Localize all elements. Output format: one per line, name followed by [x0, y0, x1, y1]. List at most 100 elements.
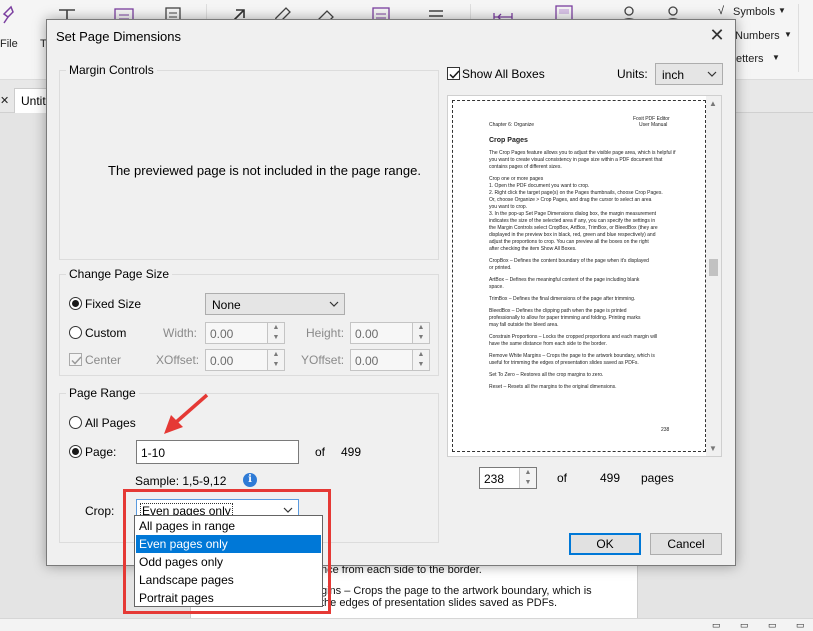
preview-pages-label: pages: [641, 471, 674, 485]
center-label: Center: [85, 353, 122, 367]
height-stepper-buttons[interactable]: ▲ ▼: [412, 323, 429, 343]
spin-down-icon[interactable]: ▼: [268, 333, 284, 343]
symbols-menu[interactable]: Symbols: [733, 6, 775, 18]
xoffset-stepper[interactable]: 0.00 ▲ ▼: [205, 349, 285, 371]
view-mode-icon[interactable]: ▭: [712, 620, 721, 631]
spin-up-icon[interactable]: ▲: [520, 468, 536, 478]
tab-untitled[interactable]: Untit: [14, 88, 50, 113]
width-stepper-buttons[interactable]: ▲ ▼: [267, 323, 284, 343]
ok-button[interactable]: OK: [569, 533, 641, 555]
close-icon[interactable]: ✕: [707, 25, 727, 45]
change-page-size-legend: Change Page Size: [66, 267, 173, 281]
preview-text-line: useful for trimming the edges of present…: [489, 360, 639, 366]
preview-text-line: have the same distance from each side to…: [489, 341, 607, 347]
spin-up-icon[interactable]: ▲: [268, 323, 284, 333]
symbols-dropdown-icon[interactable]: ▼: [778, 6, 786, 15]
preview-page-stepper[interactable]: 238 ▲ ▼: [479, 467, 537, 489]
cancel-button[interactable]: Cancel: [650, 533, 722, 555]
page-label[interactable]: Page:: [85, 445, 116, 459]
yoffset-stepper-buttons[interactable]: ▲ ▼: [412, 350, 429, 370]
height-label: Height:: [306, 326, 345, 340]
check-icon: [71, 356, 82, 365]
preview-text-line: 2. Right click the target page(s) on the…: [489, 190, 663, 196]
letters-menu[interactable]: etters: [736, 53, 764, 65]
show-all-boxes-checkbox[interactable]: [447, 67, 460, 80]
preview-of-label: of: [557, 471, 568, 485]
preview-scrollbar[interactable]: ▲ ▼: [706, 96, 721, 456]
view-mode-icon[interactable]: ▭: [768, 620, 777, 631]
file-icon[interactable]: [0, 4, 22, 26]
page-range-of-label: of: [315, 445, 326, 459]
page-range-total: 499: [341, 445, 362, 459]
letters-dropdown-icon[interactable]: ▼: [772, 53, 780, 62]
preview-text-line: adjust the proportions to crop. You can …: [489, 239, 649, 245]
page-radio[interactable]: [69, 445, 82, 458]
xoffset-stepper-buttons[interactable]: ▲ ▼: [267, 350, 284, 370]
spin-up-icon[interactable]: ▲: [268, 350, 284, 360]
check-icon: [449, 70, 460, 79]
preview-text-line: Set To Zero – Restores all the crop marg…: [489, 372, 604, 378]
yoffset-stepper[interactable]: 0.00 ▲ ▼: [350, 349, 430, 371]
preview-text-line: professionally to allow for paper trimmi…: [489, 315, 641, 321]
status-bar: ▭ ▭ ▭ ▭: [0, 618, 813, 631]
height-stepper[interactable]: 0.00 ▲ ▼: [350, 322, 430, 344]
margin-controls-group: Margin Controls The previewed page is no…: [59, 63, 439, 260]
page-range-legend: Page Range: [66, 386, 139, 400]
preview-text-line: indicates the size of the selected area …: [489, 218, 656, 224]
preview-total-pages: 499: [600, 471, 621, 485]
preview-header-left: Chapter 6: Organize: [489, 122, 535, 128]
width-value: 0.00: [210, 327, 234, 341]
numbers-menu[interactable]: Numbers: [735, 30, 780, 42]
yoffset-label: YOffset:: [301, 353, 345, 367]
preview-text-line: contains pages of different sizes.: [489, 164, 562, 170]
preview-text-line: The Crop Pages feature allows you to adj…: [489, 150, 676, 156]
preview-text-line: Or, choose Organize > Crop Pages, and dr…: [489, 197, 652, 203]
all-pages-label[interactable]: All Pages: [85, 416, 136, 430]
spin-down-icon[interactable]: ▼: [413, 333, 429, 343]
page-range-input[interactable]: 1-10: [136, 440, 299, 464]
preview-text-line: CropBox – Defines the content boundary o…: [489, 258, 649, 264]
red-highlight-box: [123, 489, 331, 614]
height-value: 0.00: [355, 327, 379, 341]
spin-down-icon[interactable]: ▼: [520, 478, 536, 488]
fixed-size-select[interactable]: None: [205, 293, 345, 315]
view-mode-icon[interactable]: ▭: [796, 620, 805, 631]
spin-up-icon[interactable]: ▲: [413, 350, 429, 360]
spin-up-icon[interactable]: ▲: [413, 323, 429, 333]
ribbon-separator: [798, 4, 799, 72]
fixed-size-label[interactable]: Fixed Size: [85, 297, 141, 311]
preview-text-line: 1. Open the PDF document you want to cro…: [489, 183, 590, 189]
chevron-down-icon: [707, 71, 717, 77]
custom-label[interactable]: Custom: [85, 326, 126, 340]
spin-down-icon[interactable]: ▼: [268, 360, 284, 370]
show-all-boxes-label[interactable]: Show All Boxes: [462, 67, 545, 81]
units-label: Units:: [617, 67, 648, 81]
preview-page-stepper-buttons[interactable]: ▲ ▼: [519, 468, 536, 488]
scroll-thumb[interactable]: [709, 259, 718, 276]
tab-close-icon[interactable]: ✕: [0, 94, 9, 107]
custom-radio[interactable]: [69, 326, 82, 339]
numbers-dropdown-icon[interactable]: ▼: [784, 30, 792, 39]
scroll-down-icon[interactable]: ▼: [709, 444, 717, 453]
xoffset-label: XOffset:: [156, 353, 200, 367]
preview-text-line: ArtBox – Defines the meaningful content …: [489, 277, 640, 283]
fixed-size-radio[interactable]: [69, 297, 82, 310]
scroll-up-icon[interactable]: ▲: [709, 99, 717, 108]
all-pages-radio[interactable]: [69, 416, 82, 429]
view-mode-icon[interactable]: ▭: [740, 620, 749, 631]
center-checkbox[interactable]: [69, 353, 82, 366]
page-range-sample: Sample: 1,5-9,12: [135, 474, 227, 488]
width-stepper[interactable]: 0.00 ▲ ▼: [205, 322, 285, 344]
preview-text-line: you want to create visual consistency in…: [489, 157, 663, 163]
spin-down-icon[interactable]: ▼: [413, 360, 429, 370]
preview-page-number: 238: [661, 427, 670, 433]
dialog-title: Set Page Dimensions: [56, 29, 182, 44]
info-icon[interactable]: i: [243, 473, 257, 487]
preview-header-right-sub: User Manual: [639, 122, 668, 128]
preview-text-line: Reset – Resets all the margins to the or…: [489, 384, 617, 390]
preview-excluded-message: The previewed page is not included in th…: [108, 163, 421, 178]
preview-text-line: Constrain Proportions – Locks the croppe…: [489, 334, 658, 340]
preview-text-line: may fall outside the bleed area.: [489, 322, 559, 328]
units-select[interactable]: inch: [655, 63, 723, 85]
file-label[interactable]: File: [0, 38, 18, 50]
